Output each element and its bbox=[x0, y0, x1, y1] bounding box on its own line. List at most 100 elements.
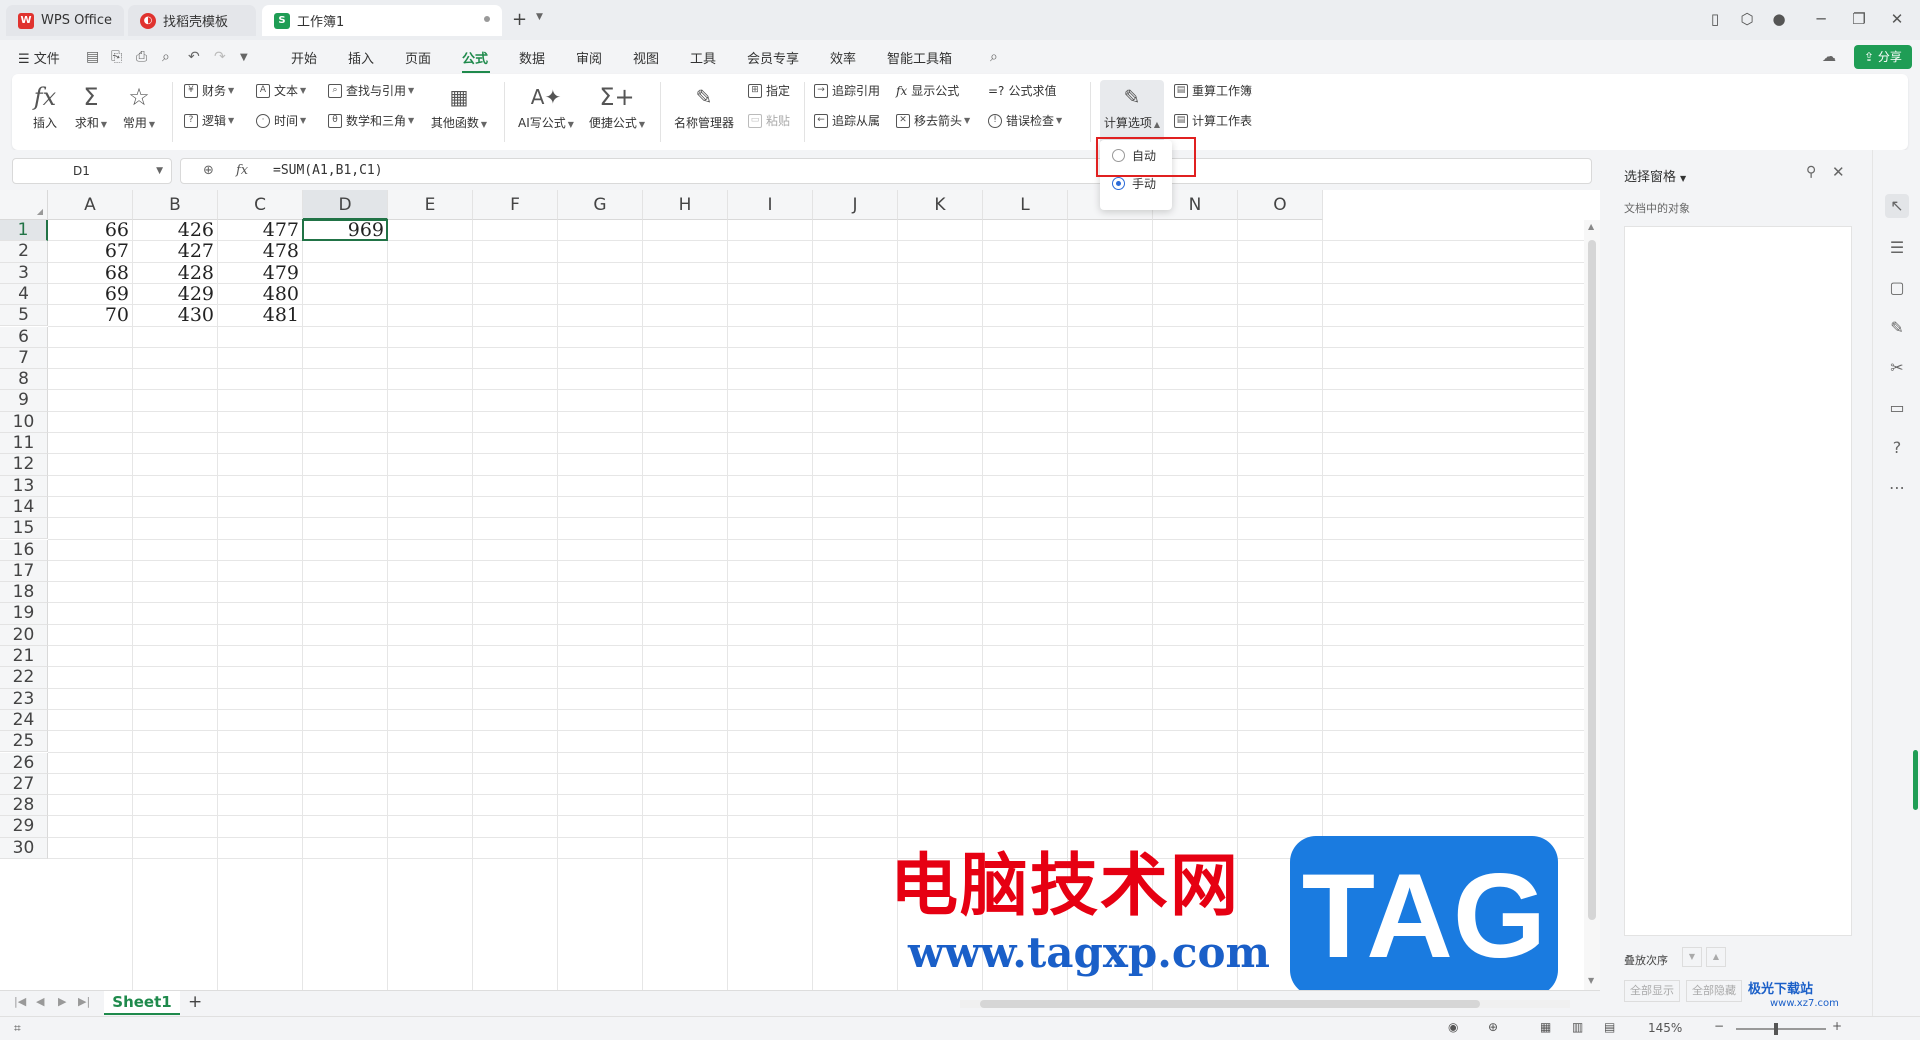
row-header[interactable]: 18 bbox=[0, 582, 48, 604]
horizontal-scroll-thumb[interactable] bbox=[980, 1000, 1480, 1008]
column-header-o[interactable]: O bbox=[1238, 190, 1323, 220]
autosum-button[interactable]: Σ 求和 ▼ bbox=[68, 80, 114, 144]
cell-c5[interactable]: 481 bbox=[218, 304, 303, 326]
minimize-button[interactable]: ─ bbox=[1810, 8, 1832, 30]
row-header[interactable]: 20 bbox=[0, 624, 48, 646]
column-header-e[interactable]: E bbox=[388, 190, 473, 220]
move-down-button[interactable]: ▼ bbox=[1682, 947, 1702, 967]
share-button[interactable]: ⇪ 分享 bbox=[1854, 45, 1912, 69]
menu-home[interactable]: 开始 bbox=[291, 48, 317, 67]
ai-formula-button[interactable]: A✦ AI写公式 ▼ bbox=[514, 80, 578, 144]
next-sheet-icon[interactable]: ▶ bbox=[58, 995, 66, 1008]
zoom-out-icon[interactable]: − bbox=[1714, 1019, 1724, 1033]
row-header[interactable]: 9 bbox=[0, 390, 48, 412]
tab-wps-office[interactable]: W WPS Office bbox=[6, 5, 124, 36]
row-header[interactable]: 1 bbox=[0, 220, 48, 242]
menu-review[interactable]: 审阅 bbox=[576, 48, 602, 67]
move-up-button[interactable]: ▲ bbox=[1706, 947, 1726, 967]
evaluate-formula-button[interactable]: =? 公式求值 bbox=[988, 82, 1056, 99]
name-manager-button[interactable]: ✎ 名称管理器 bbox=[668, 80, 740, 144]
row-header[interactable]: 29 bbox=[0, 816, 48, 838]
select-cursor-icon[interactable]: ↖ bbox=[1885, 194, 1909, 218]
redo-icon[interactable]: ↷ bbox=[214, 49, 226, 65]
menu-efficiency[interactable]: 效率 bbox=[830, 48, 856, 67]
selection-pane-title[interactable]: 选择窗格 ▼ bbox=[1624, 166, 1686, 185]
row-header[interactable]: 19 bbox=[0, 603, 48, 625]
calc-options-button[interactable]: ✎ 计算选项 ▲ bbox=[1100, 80, 1164, 144]
text-functions-button[interactable]: A 文本 ▼ bbox=[256, 82, 306, 99]
row-header[interactable]: 23 bbox=[0, 688, 48, 710]
fx-icon[interactable]: fx bbox=[236, 159, 248, 183]
finance-button[interactable]: ¥ 财务 ▼ bbox=[184, 82, 234, 99]
remove-arrows-button[interactable]: ✕ 移去箭头 ▼ bbox=[896, 112, 970, 129]
error-check-button[interactable]: ! 错误检查 ▼ bbox=[988, 112, 1062, 129]
tab-list-chevron-icon[interactable]: ▼ bbox=[536, 12, 543, 22]
cell-c1[interactable]: 477 bbox=[218, 219, 303, 241]
cell-a1[interactable]: 66 bbox=[48, 219, 133, 241]
menu-insert[interactable]: 插入 bbox=[348, 48, 374, 67]
cell-b1[interactable]: 426 bbox=[133, 219, 218, 241]
insert-function-button[interactable]: fx 插入 bbox=[22, 80, 68, 144]
row-header[interactable]: 10 bbox=[0, 411, 48, 433]
undo-icon[interactable]: ↶ bbox=[188, 49, 200, 65]
cell-focus-icon[interactable]: ⊕ bbox=[1488, 1020, 1498, 1034]
vertical-scrollbar[interactable]: ▲ ▼ bbox=[1584, 220, 1600, 990]
last-sheet-icon[interactable]: ▶| bbox=[78, 995, 90, 1008]
help-icon[interactable]: ? bbox=[1885, 436, 1909, 460]
assign-name-button[interactable]: ⊞ 指定 bbox=[748, 82, 790, 99]
column-header-j[interactable]: J bbox=[813, 190, 898, 220]
select-all-corner[interactable]: ◢ bbox=[0, 190, 48, 220]
horizontal-scrollbar[interactable] bbox=[960, 1000, 1570, 1008]
row-header[interactable]: 2 bbox=[0, 241, 48, 263]
zoom-icon[interactable]: ⊕ bbox=[203, 159, 214, 183]
row-header[interactable]: 22 bbox=[0, 667, 48, 689]
page-break-view-icon[interactable]: ▤ bbox=[1604, 1020, 1615, 1034]
menu-view[interactable]: 视图 bbox=[633, 48, 659, 67]
row-header[interactable]: 30 bbox=[0, 837, 48, 859]
zoom-in-icon[interactable]: + bbox=[1832, 1019, 1842, 1033]
file-menu[interactable]: ☰ 文件 bbox=[18, 48, 60, 67]
column-header-a[interactable]: A bbox=[48, 190, 133, 220]
row-header[interactable]: 11 bbox=[0, 433, 48, 455]
vertical-scroll-thumb[interactable] bbox=[1588, 240, 1596, 920]
more-icon[interactable]: ⋯ bbox=[1885, 476, 1909, 500]
menu-page[interactable]: 页面 bbox=[405, 48, 431, 67]
row-header[interactable]: 14 bbox=[0, 496, 48, 519]
prev-sheet-icon[interactable]: ◀ bbox=[36, 995, 44, 1008]
trace-dependents-button[interactable]: ← 追踪从属 bbox=[814, 112, 880, 129]
cell-c3[interactable]: 479 bbox=[218, 262, 303, 284]
print-icon[interactable]: ⎙ bbox=[136, 49, 147, 65]
zoom-level[interactable]: 145% bbox=[1648, 1021, 1682, 1035]
calc-sheet-button[interactable]: ▤ 计算工作表 bbox=[1174, 112, 1252, 129]
cell-b4[interactable]: 429 bbox=[133, 283, 218, 305]
cell-c4[interactable]: 480 bbox=[218, 283, 303, 305]
scroll-down-icon[interactable]: ▼ bbox=[1588, 976, 1594, 985]
normal-view-icon[interactable]: ▦ bbox=[1540, 1020, 1551, 1034]
name-box[interactable]: D1 ▼ bbox=[12, 158, 172, 184]
properties-icon[interactable]: ☰ bbox=[1885, 236, 1909, 260]
row-header[interactable]: 7 bbox=[0, 347, 48, 370]
formula-input[interactable]: ⊕ fx =SUM(A1,B1,C1) bbox=[180, 158, 1592, 184]
menu-member[interactable]: 会员专享 bbox=[747, 48, 799, 67]
cell-a2[interactable]: 67 bbox=[48, 240, 133, 262]
row-header[interactable]: 26 bbox=[0, 752, 48, 774]
row-header[interactable]: 25 bbox=[0, 731, 48, 753]
cell-a4[interactable]: 69 bbox=[48, 283, 133, 305]
cell-a3[interactable]: 68 bbox=[48, 262, 133, 284]
tab-docer[interactable]: ◐ 找稻壳模板 bbox=[128, 5, 256, 36]
cell-b5[interactable]: 430 bbox=[133, 304, 218, 326]
column-header-f[interactable]: F bbox=[473, 190, 558, 220]
cube-icon[interactable]: ⬡ bbox=[1736, 8, 1758, 30]
column-header-c[interactable]: C bbox=[218, 190, 303, 220]
logic-button[interactable]: ? 逻辑 ▼ bbox=[184, 112, 234, 129]
trace-precedents-button[interactable]: → 追踪引用 bbox=[814, 82, 880, 99]
book-icon[interactable]: ▭ bbox=[1885, 396, 1909, 420]
comment-icon[interactable]: ▢ bbox=[1885, 276, 1909, 300]
side-scroll-indicator[interactable] bbox=[1913, 750, 1918, 810]
zoom-slider[interactable] bbox=[1736, 1023, 1826, 1035]
row-header[interactable]: 3 bbox=[0, 262, 48, 284]
lookup-reference-button[interactable]: ⌕ 查找与引用 ▼ bbox=[328, 82, 414, 99]
pin-icon[interactable]: ⚲ bbox=[1806, 164, 1816, 180]
hide-all-button[interactable]: 全部隐藏 bbox=[1686, 980, 1742, 1002]
tab-workbook[interactable]: S 工作簿1 bbox=[262, 5, 502, 36]
